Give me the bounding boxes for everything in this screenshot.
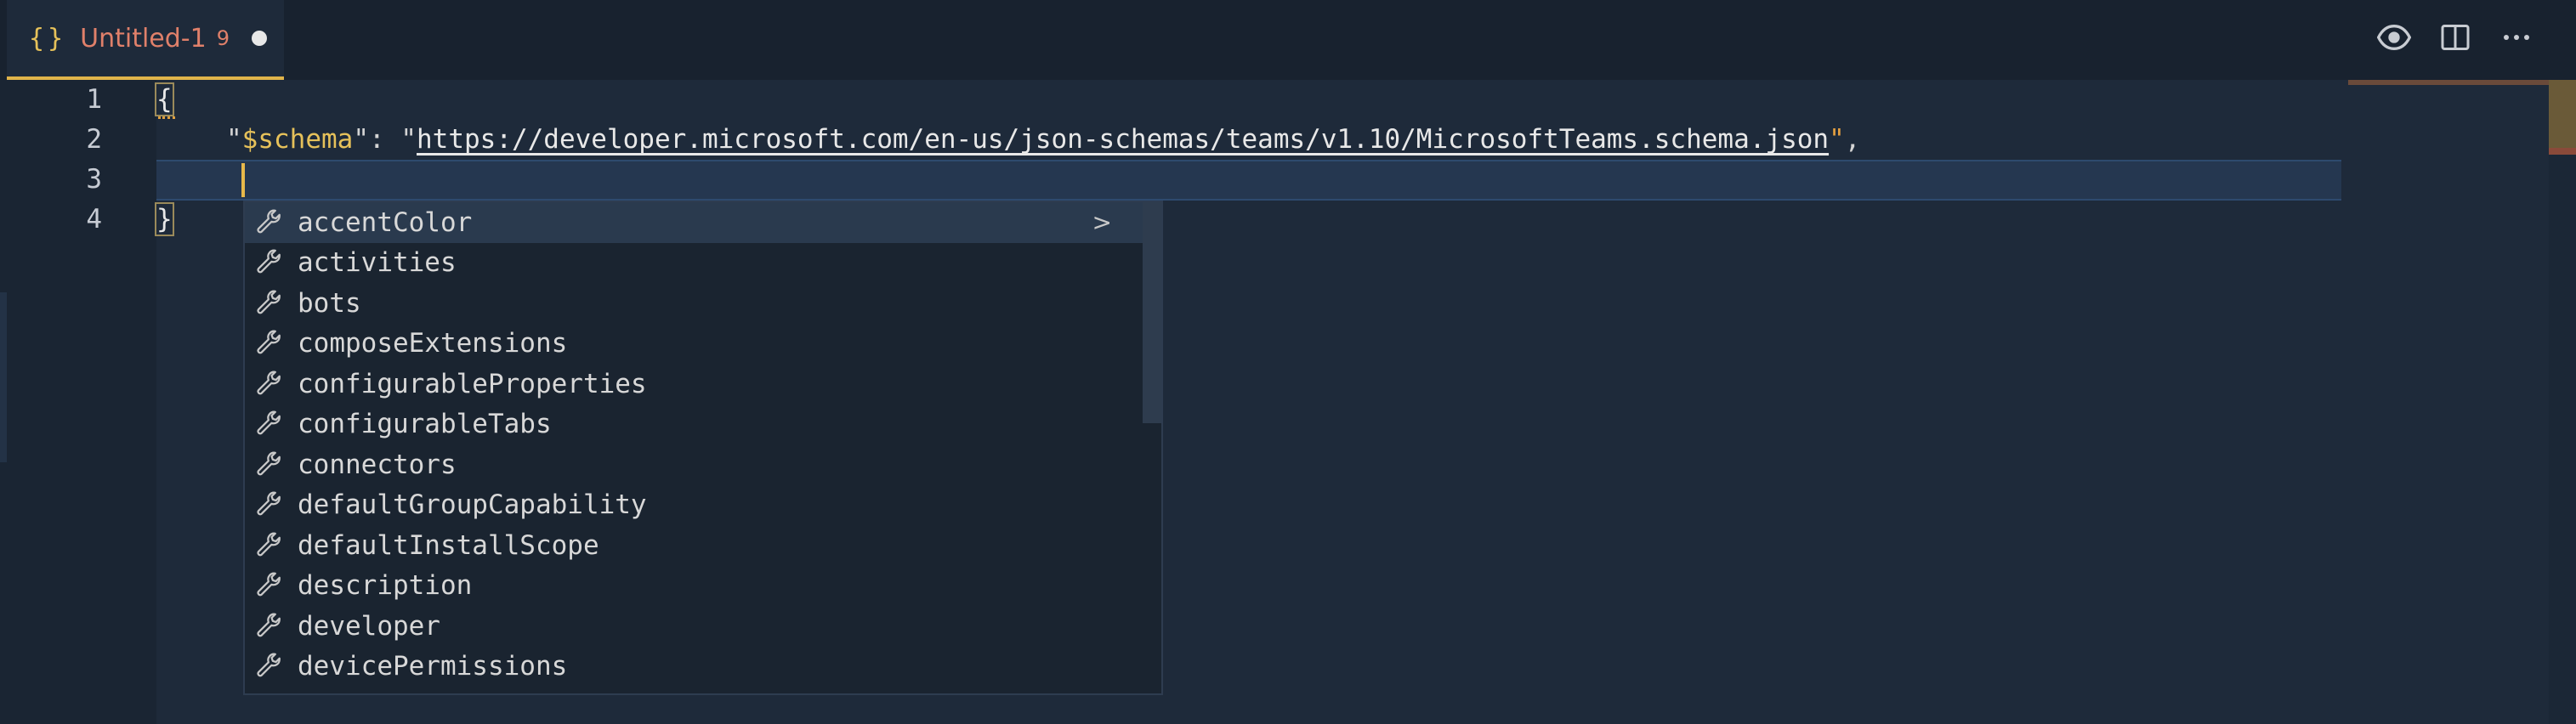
suggest-item-label: defaultInstallScope (298, 529, 599, 561)
schema-url-link[interactable]: https://developer.microsoft.com/en-us/js… (417, 124, 1829, 155)
suggest-item-label: accentColor (298, 206, 473, 238)
suggest-item[interactable]: composeExtensions (245, 324, 1146, 365)
suggest-item[interactable]: connectors (245, 444, 1146, 485)
suggest-item-label: defaultGroupCapability (298, 489, 647, 521)
suggest-widget[interactable]: devicePermissions developer description def… (243, 201, 1163, 695)
code-line-4[interactable]: } (155, 200, 174, 240)
suggest-item-label: devicePermissions (298, 651, 568, 682)
suggest-item-label: activities (298, 247, 457, 279)
json-file-icon: {} (29, 23, 67, 54)
read-more-chevron-icon[interactable]: > (1092, 208, 1112, 236)
open-preview-icon (2377, 24, 2411, 51)
suggest-item-label: composeExtensions (298, 328, 568, 359)
problem-count-badge: 9 (216, 26, 230, 50)
suggest-item[interactable]: bots (245, 283, 1146, 324)
suggest-item[interactable]: description (245, 566, 1146, 607)
key-close-quote: " (353, 124, 369, 155)
suggest-item[interactable]: configurableTabs (245, 404, 1146, 445)
open-brace: { (155, 82, 174, 116)
wrench-icon (252, 326, 286, 360)
suggest-item[interactable]: activities (245, 243, 1146, 284)
suggest-item-label: description (298, 570, 473, 602)
wrench-icon (252, 568, 286, 602)
wrench-icon (252, 407, 286, 441)
schema-key: $schema (241, 124, 354, 155)
open-preview-button[interactable] (2375, 19, 2413, 56)
wrench-icon (252, 529, 286, 563)
comma: , (1844, 124, 1861, 155)
overview-ruler[interactable] (2549, 80, 2576, 724)
overview-error-mark (2549, 148, 2576, 155)
line-number: 4 (86, 204, 102, 235)
unsaved-dot-icon[interactable] (252, 31, 267, 46)
overview-warning-mark (2549, 80, 2576, 153)
suggest-item[interactable]: devicePermissions (245, 647, 1146, 687)
code-line-2[interactable]: "$schema": "https://developer.microsoft.… (226, 120, 1860, 160)
split-editor-button[interactable] (2437, 19, 2474, 56)
wrench-icon (252, 206, 286, 240)
line-number: 2 (86, 124, 102, 155)
close-brace: } (155, 202, 174, 236)
more-actions-button[interactable] (2498, 19, 2535, 56)
colon: : (369, 124, 401, 155)
split-editor-icon (2441, 25, 2470, 50)
suggest-item[interactable]: defaultGroupCapability (245, 485, 1146, 526)
tab-untitled-1[interactable]: {} Untitled-1 9 (7, 0, 284, 80)
editor-toolbar (2375, 19, 2535, 56)
suggest-item-label: configurableProperties (298, 368, 647, 399)
tab-bar: {} Untitled-1 9 (0, 0, 2576, 80)
value-close-quote: " (1829, 124, 1845, 155)
wrench-icon (252, 286, 286, 320)
suggest-item-label: bots (298, 287, 361, 319)
wrench-icon (252, 448, 286, 482)
wrench-icon (252, 367, 286, 401)
suggest-item-label: connectors (298, 449, 457, 480)
suggest-scrollbar[interactable] (1143, 202, 1161, 423)
tab-title: Untitled-1 (80, 23, 207, 54)
wrench-icon (252, 649, 286, 683)
wrench-icon (252, 488, 286, 522)
key-open-quote: " (226, 124, 242, 155)
suggest-item[interactable]: defaultInstallScope (245, 525, 1146, 566)
suggest-item-label: configurableTabs (298, 409, 552, 440)
line-number: 1 (86, 84, 102, 115)
suggest-item-label: developer (298, 610, 440, 642)
more-actions-icon (2504, 35, 2529, 40)
gutter-marker (0, 292, 7, 462)
suggest-item[interactable]: accentColor > (245, 202, 1146, 243)
warning-squiggle (158, 112, 175, 119)
minimap-slice (2348, 80, 2549, 85)
wrench-icon (252, 609, 286, 643)
current-line-highlight (156, 160, 2341, 201)
suggest-item[interactable]: configurableProperties (245, 364, 1146, 404)
text-cursor (241, 163, 245, 197)
wrench-icon (252, 246, 286, 280)
line-number: 3 (86, 164, 102, 195)
value-open-quote: " (400, 124, 417, 155)
line-number-gutter: 1 2 3 4 (0, 80, 156, 724)
suggest-item[interactable]: developer (245, 606, 1146, 647)
